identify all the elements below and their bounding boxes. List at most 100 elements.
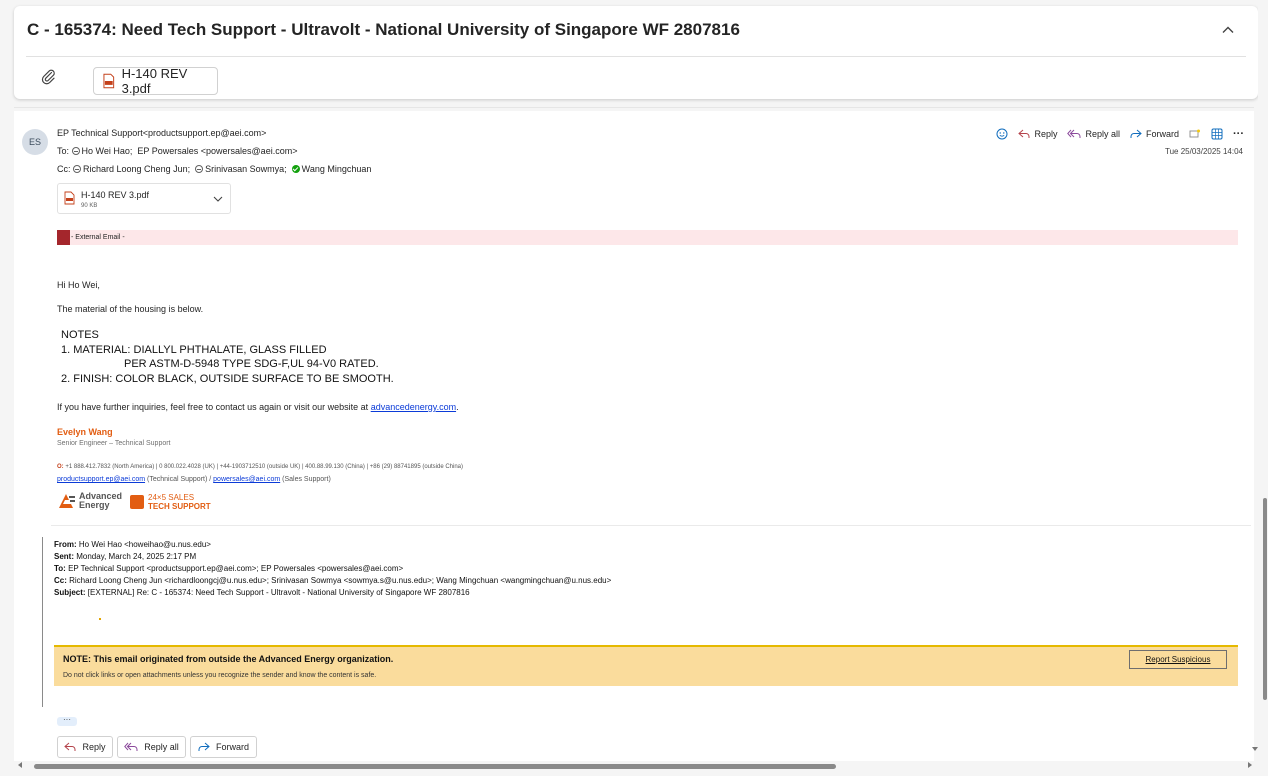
to-line: To: Ho Wei Hao; EP Powersales <powersale… (57, 146, 297, 156)
panel-separator (14, 107, 1254, 108)
horizontal-scrollbar[interactable] (14, 760, 1258, 772)
sender[interactable]: EP Technical Support<productsupport.ep@a… (57, 128, 266, 138)
paperclip-icon[interactable] (39, 67, 57, 85)
forward-icon (1130, 129, 1142, 138)
fw-to-label: To: (54, 564, 66, 573)
chevron-up-icon (1222, 26, 1234, 33)
fw-sent-value: Monday, March 24, 2025 2:17 PM (76, 552, 197, 561)
conversation-title: C - 165374: Need Tech Support - Ultravol… (27, 20, 740, 39)
to-recipient-1[interactable]: Ho Wei Hao; (82, 146, 133, 156)
reply-all-button[interactable]: Reply all (1067, 129, 1120, 139)
logo-247-line2: TECH SUPPORT (148, 502, 211, 511)
vertical-scrollbar[interactable] (1258, 0, 1268, 776)
external-marker (57, 230, 70, 245)
fw-cc-label: Cc: (54, 576, 67, 585)
bottom-reply-button[interactable]: Reply (57, 736, 113, 758)
notes-item-1: 1. MATERIAL: DIALLYL PHTHALATE, GLASS FI… (61, 344, 327, 356)
reply-button[interactable]: Reply (1018, 129, 1057, 139)
to-label: To: (57, 146, 70, 156)
chevron-down-icon[interactable] (212, 193, 224, 205)
fw-from: From: Ho Wei Hao <howeihao@u.nus.edu> (54, 540, 211, 549)
signature-name: Evelyn Wang (57, 427, 113, 437)
header-divider (26, 56, 1246, 57)
scroll-down-arrow-icon[interactable] (1252, 747, 1258, 751)
fw-from-label: From: (54, 540, 77, 549)
reply-icon (64, 742, 76, 751)
notes-item-1-cont: PER ASTM-D-5948 TYPE SDG-F,UL 94-V0 RATE… (124, 358, 379, 370)
collapse-button[interactable] (1216, 18, 1240, 42)
fw-from-value: Ho Wei Hao <howeihao@u.nus.edu> (78, 540, 211, 549)
forward-icon (198, 742, 210, 751)
quote-divider (51, 525, 1251, 526)
fw-sent-label: Sent: (54, 552, 74, 561)
body-line-1: The material of the housing is below. (57, 304, 204, 314)
closing-period: . (456, 402, 459, 412)
attachment-name: H-140 REV 3.pdf (81, 190, 150, 200)
reply-all-icon (124, 742, 138, 751)
bottom-reply-all-label: Reply all (144, 742, 179, 752)
phone-numbers: +1 888.412.7832 (North America) | 0 800.… (65, 464, 464, 470)
pdf-file-icon (64, 191, 75, 205)
fw-subject-value: [EXTERNAL] Re: C - 165374: Need Tech Sup… (87, 588, 470, 597)
apps-button[interactable] (1189, 128, 1201, 140)
warning-title: NOTE: This email originated from outside… (63, 654, 394, 664)
report-suspicious-button[interactable]: Report Suspicious (1129, 650, 1227, 669)
logo-247-line1: 24×5 SALES (148, 493, 195, 502)
horizontal-scroll-thumb[interactable] (34, 764, 836, 769)
external-email-text: - External Email - (71, 234, 125, 241)
notes-heading: NOTES (61, 329, 99, 341)
scroll-left-arrow-icon[interactable] (18, 762, 22, 768)
warning-subtitle: Do not click links or open attachments u… (63, 672, 377, 679)
presence-away-icon (195, 165, 204, 173)
reply-all-label: Reply all (1085, 129, 1120, 139)
reply-icon (1018, 129, 1030, 138)
top-attachment-chip[interactable]: H-140 REV 3.pdf (93, 66, 218, 96)
website-link[interactable]: advancedenergy.com (371, 402, 456, 412)
vertical-scroll-thumb[interactable] (1263, 498, 1267, 700)
signature-emails: productsupport.ep@aei.com (Technical Sup… (57, 476, 331, 483)
immersive-reader-button[interactable] (1211, 128, 1223, 140)
sales-support-logo-text: 24×5 SALES TECH SUPPORT (148, 493, 211, 511)
email-reading-pane: C - 165374: Need Tech Support - Ultravol… (0, 0, 1268, 776)
cc-recipient-1[interactable]: Richard Loong Cheng Jun; (83, 164, 190, 174)
bottom-forward-label: Forward (215, 742, 249, 752)
cc-label: Cc: (57, 164, 71, 174)
phone-label: O: (57, 464, 64, 470)
cc-recipient-3[interactable]: Wang Mingchuan (302, 164, 372, 174)
closing-text: If you have further inquiries, feel free… (57, 402, 369, 412)
cc-line: Cc: Richard Loong Cheng Jun; Srinivasan … (57, 164, 371, 174)
bottom-reply-label: Reply (82, 742, 106, 752)
bottom-forward-button[interactable]: Forward (190, 736, 257, 758)
external-email-banner: - External Email - (57, 230, 1238, 245)
grid-icon (1211, 128, 1223, 140)
support-badge-icon (130, 495, 144, 509)
fw-subject: Subject: [EXTERNAL] Re: C - 165374: Need… (54, 588, 470, 597)
advanced-energy-logo-mark-icon (59, 494, 75, 508)
attachment-size: 90 KB (81, 203, 98, 209)
to-recipient-2[interactable]: EP Powersales <powersales@aei.com> (137, 146, 297, 156)
cc-recipient-2[interactable]: Srinivasan Sowmya; (205, 164, 287, 174)
message-date: Tue 25/03/2025 14:04 (1165, 147, 1243, 156)
fw-cc-value: Richard Loong Cheng Jun <richardloongcj@… (69, 576, 612, 585)
notes-item-2: 2. FINISH: COLOR BLACK, OUTSIDE SURFACE … (61, 373, 394, 385)
reply-label: Reply (1034, 129, 1058, 139)
sales-support-note: (Sales Support) (282, 476, 331, 483)
forward-label: Forward (1145, 129, 1179, 139)
show-more-button[interactable]: ··· (57, 716, 77, 726)
more-actions-button[interactable]: ··· (1233, 128, 1244, 140)
avatar[interactable]: ES (22, 129, 48, 155)
fw-sent: Sent: Monday, March 24, 2025 2:17 PM (54, 552, 196, 561)
presence-away-icon (71, 147, 80, 155)
emoji-reaction-button[interactable] (996, 128, 1008, 140)
signature-title: Senior Engineer – Technical Support (57, 440, 171, 447)
logo-ae-line2: Energy (79, 500, 110, 510)
apps-icon (1189, 129, 1200, 138)
sales-email-link[interactable]: powersales@aei.com (213, 476, 280, 483)
fw-cc: Cc: Richard Loong Cheng Jun <richardloon… (54, 576, 611, 585)
bottom-reply-all-button[interactable]: Reply all (117, 736, 186, 758)
forward-button[interactable]: Forward (1130, 129, 1179, 139)
attachment-card[interactable]: H-140 REV 3.pdf 90 KB (57, 183, 231, 214)
tech-support-email-link[interactable]: productsupport.ep@aei.com (57, 476, 145, 483)
scroll-right-arrow-icon[interactable] (1248, 762, 1252, 768)
greeting: Hi Ho Wei, (57, 280, 100, 290)
